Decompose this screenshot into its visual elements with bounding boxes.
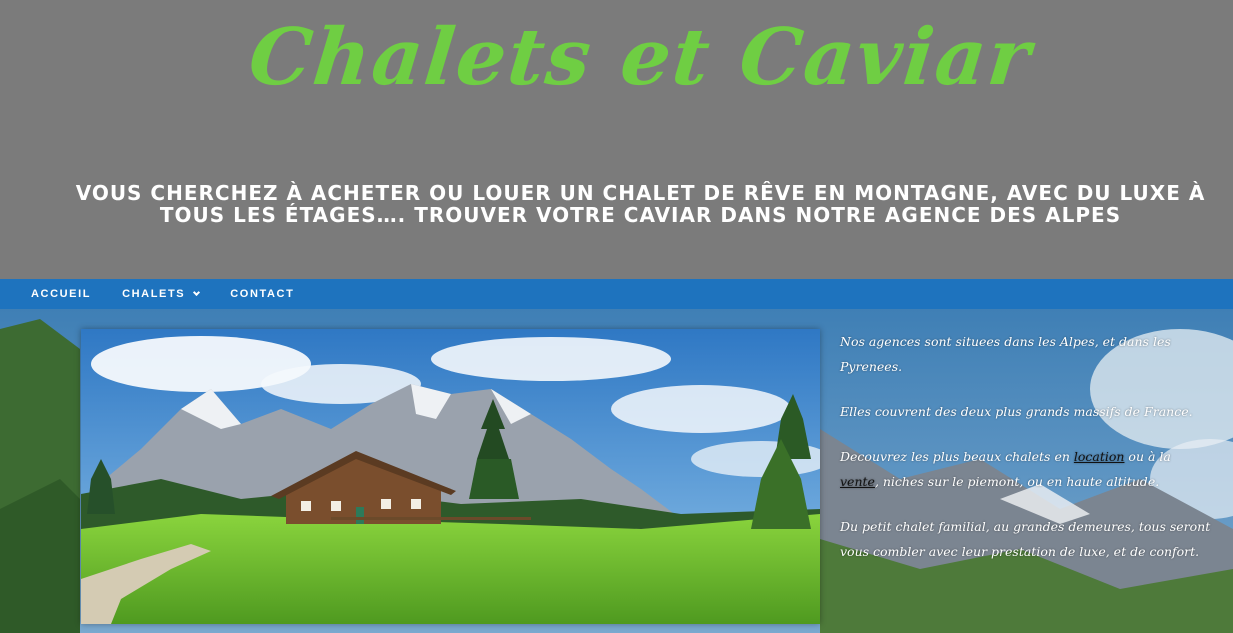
chevron-down-icon[interactable]	[193, 288, 201, 297]
intro-paragraph-1: Nos agences sont situees dans les Alpes,…	[840, 334, 1171, 374]
nav-item-label: CHALETS	[122, 288, 186, 300]
vente-link[interactable]: vente	[840, 474, 875, 489]
main-navigation: ACCUEIL CHALETS CONTACT	[0, 279, 1233, 309]
intro-paragraph-2: Elles couvrent des deux plus grands mass…	[840, 404, 1193, 419]
main-content: Nos agences sont situees dans les Alpes,…	[0, 309, 1233, 633]
nav-item-accueil[interactable]: ACCUEIL	[31, 288, 91, 300]
chalet-photo-illustration	[81, 329, 820, 624]
site-tagline: VOUS CHERCHEZ À ACHETER OU LOUER UN CHAL…	[75, 181, 1206, 227]
nav-item-chalets[interactable]: CHALETS	[122, 288, 201, 300]
nav-item-label: ACCUEIL	[31, 288, 92, 300]
intro-paragraph-3-text-c: , niches sur le piemont, ou en haute alt…	[874, 474, 1160, 489]
nav-item-contact[interactable]: CONTACT	[230, 288, 294, 300]
intro-paragraph-3-text-b: ou à la	[1124, 449, 1171, 464]
intro-text-block: Nos agences sont situees dans les Alpes,…	[840, 329, 1212, 584]
intro-paragraph-3-text-a: Decouvrez les plus beaux chalets en	[840, 449, 1074, 464]
site-title[interactable]: Chalets et Caviar	[19, 12, 1233, 103]
intro-paragraph-3: Decouvrez les plus beaux chalets en loca…	[840, 444, 1212, 494]
site-header: Chalets et Caviar VOUS CHERCHEZ À ACHETE…	[0, 0, 1233, 279]
intro-paragraph-4: Du petit chalet familial, au grandes dem…	[840, 519, 1211, 559]
nav-list: ACCUEIL CHALETS CONTACT	[0, 279, 1233, 309]
chalet-featured-image	[81, 329, 820, 624]
location-link[interactable]: location	[1074, 449, 1125, 464]
nav-item-label: CONTACT	[230, 288, 295, 300]
